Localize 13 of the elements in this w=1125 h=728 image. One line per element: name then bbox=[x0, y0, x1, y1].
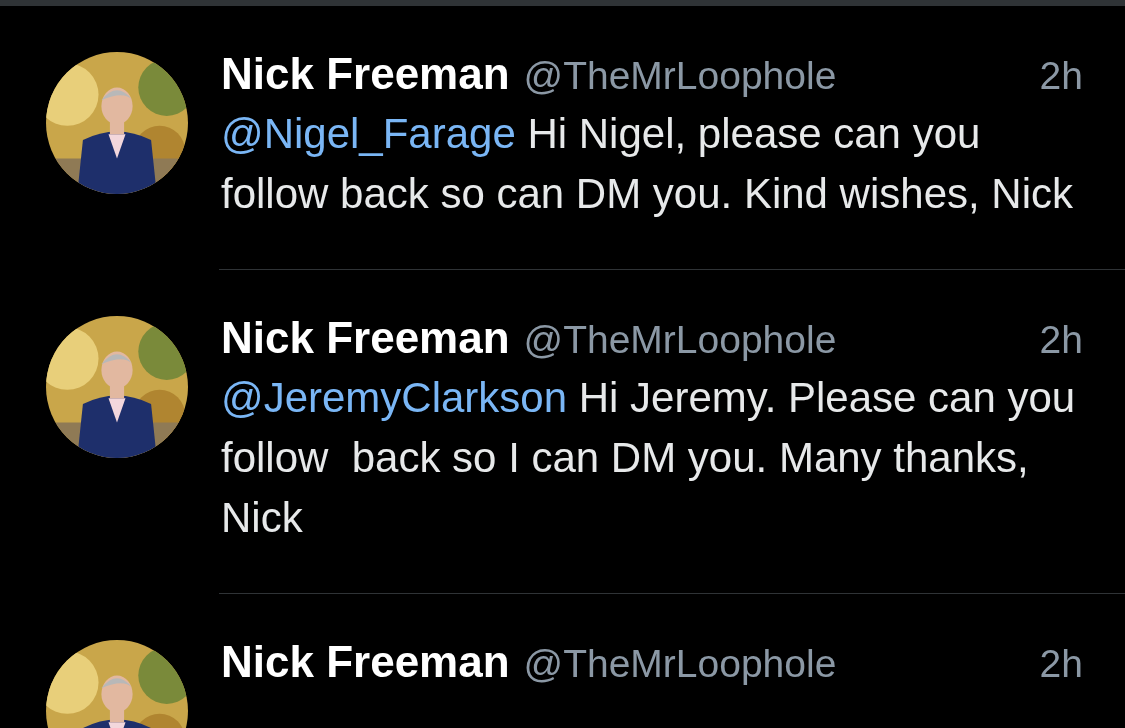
tweet-time: 2h bbox=[1039, 641, 1083, 687]
tweet-time: 2h bbox=[1039, 53, 1083, 99]
mention-link[interactable]: @Nigel_Farage bbox=[221, 110, 516, 157]
author-name: Nick Freeman bbox=[221, 312, 510, 364]
author-handle: @TheMrLoophole bbox=[523, 641, 837, 687]
mention-link[interactable]: @JeremyClarkson bbox=[221, 374, 568, 421]
author-handle: @TheMrLoophole bbox=[523, 317, 837, 363]
author-handle: @TheMrLoophole bbox=[523, 53, 837, 99]
tweet-time: 2h bbox=[1039, 317, 1083, 363]
author-name: Nick Freeman bbox=[221, 636, 510, 688]
author-name: Nick Freeman bbox=[221, 48, 510, 100]
tweet-text: @JeremyClarkson Hi Jeremy. Please can you follow back so I can DM you. Many thanks, Nick bbox=[221, 373, 1077, 543]
tweet-text: @Nigel_Farage Hi Nigel, please can you follow back so can DM you. Kind wishes, Nick bbox=[221, 109, 1074, 219]
